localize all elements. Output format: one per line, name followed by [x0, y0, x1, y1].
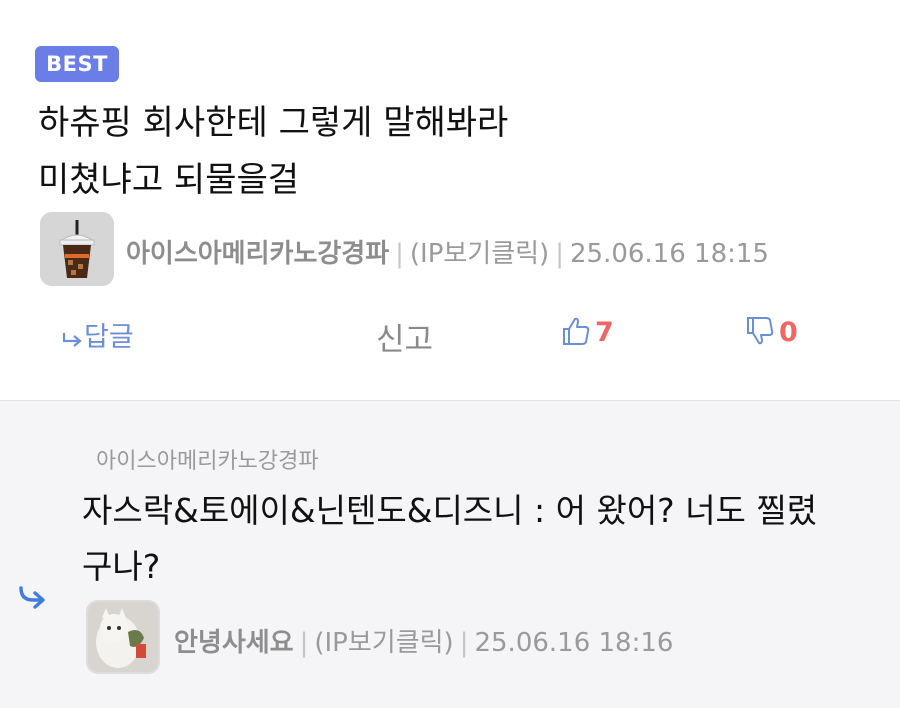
reply-text-line-1: 자스락&토에이&닌텐도&디즈니 : 어 왔어? 너도 찔렸	[82, 491, 818, 530]
thumbs-down-icon	[747, 317, 774, 345]
avatar[interactable]	[40, 212, 114, 286]
reply-text-line-2: 구나?	[82, 547, 161, 586]
dislike-button[interactable]: 0	[744, 315, 798, 348]
like-count: 7	[595, 317, 614, 348]
thumbs-up-icon	[563, 317, 590, 345]
report-button[interactable]: 신고	[376, 314, 433, 359]
author-name[interactable]: 안녕사세요	[174, 628, 294, 658]
parent-author: 아이스아메리카노강경파	[96, 449, 319, 474]
best-badge: BEST	[35, 46, 119, 82]
separator: |	[555, 239, 564, 269]
cat-photo-avatar-icon	[88, 602, 158, 672]
comment-text-line-2: 미쳤냐고 되물을걸	[38, 160, 300, 200]
nested-reply-icon	[18, 585, 48, 615]
iced-americano-avatar-icon	[40, 212, 114, 286]
ip-link[interactable]: (IP보기클릭)	[410, 239, 549, 269]
dislike-count: 0	[779, 317, 798, 348]
comment-meta: 아이스아메리카노강경파 | (IP보기클릭) | 25.06.16 18:15	[126, 233, 769, 270]
separator: |	[299, 628, 309, 658]
author-name[interactable]: 아이스아메리카노강경파	[126, 239, 389, 269]
reply-label: 답글	[84, 322, 134, 353]
avatar[interactable]	[86, 600, 160, 674]
like-button[interactable]: 7	[560, 315, 614, 348]
timestamp: 25.06.16 18:16	[474, 628, 674, 658]
separator: |	[459, 628, 469, 658]
separator: |	[395, 239, 404, 269]
comment-text-line-1: 하츄핑 회사한테 그렇게 말해봐라	[38, 103, 509, 143]
reply-button[interactable]: 답글	[62, 315, 134, 354]
timestamp: 25.06.16 18:15	[569, 239, 769, 269]
reply-meta: 안녕사세요 | (IP보기클릭) | 25.06.16 18:16	[174, 622, 673, 659]
reply-arrow-icon	[62, 332, 82, 347]
ip-link[interactable]: (IP보기클릭)	[314, 628, 453, 658]
